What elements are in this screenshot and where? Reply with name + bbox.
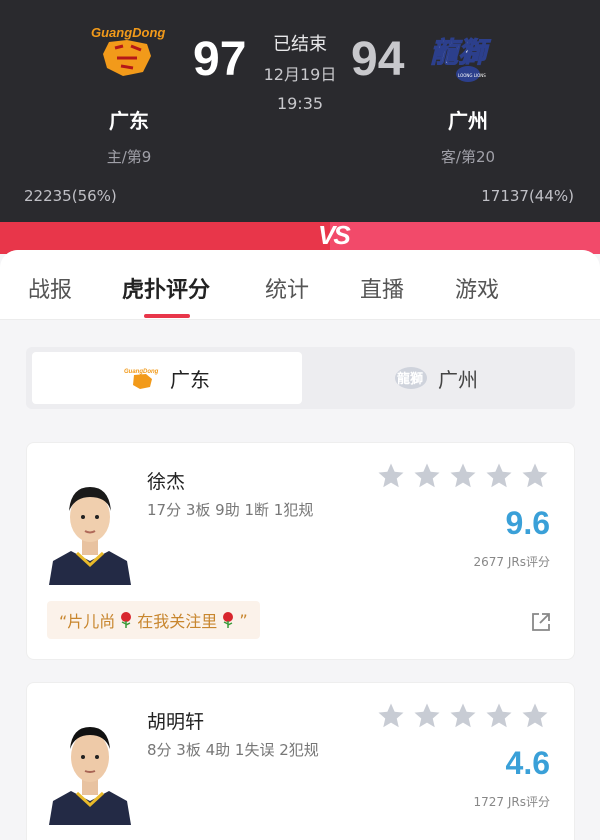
rating-stars[interactable]: [376, 461, 550, 491]
svg-text:LOONG LIONS: LOONG LIONS: [458, 73, 486, 78]
comment-text-end: ”: [239, 610, 248, 630]
team-switch-away-label: 广州: [438, 367, 478, 392]
guangdong-logo-small-icon: GuangDong: [124, 369, 159, 389]
player-name: 胡明轩: [147, 711, 205, 733]
guangzhou-loong-lions-logo-icon[interactable]: 龍獅 LOONG LIONS: [426, 28, 510, 88]
team-switch-home[interactable]: GuangDong 广东: [32, 352, 302, 404]
rating-stars[interactable]: [376, 701, 550, 731]
match-header: GuangDong 97 已结束 12月19日 19:35 94 龍獅 LOON…: [0, 0, 600, 228]
team-switch: GuangDong 广东 龍獅 广州: [26, 347, 575, 409]
rose-icon: [121, 612, 132, 628]
home-support-count: 22235(56%): [24, 187, 117, 205]
team-switch-home-label: 广东: [170, 367, 210, 392]
tab-hupu-rating[interactable]: 虎扑评分: [122, 272, 210, 304]
player-card[interactable]: 徐杰 17分 3板 9助 1断 1犯规 9.6 2677 JRs评分 “片儿尚 …: [26, 442, 575, 660]
star-icon[interactable]: [520, 461, 550, 491]
svg-text:GuangDong: GuangDong: [124, 369, 159, 375]
star-icon[interactable]: [448, 461, 478, 491]
match-page: GuangDong 97 已结束 12月19日 19:35 94 龍獅 LOON…: [0, 0, 600, 840]
player-avatar[interactable]: [47, 465, 133, 585]
tab-games[interactable]: 游戏: [455, 272, 499, 304]
star-icon[interactable]: [448, 701, 478, 731]
rose-icon: [223, 612, 234, 628]
team-switch-away[interactable]: 龍獅 广州: [302, 352, 570, 404]
star-icon[interactable]: [376, 701, 406, 731]
vs-label: VS: [318, 220, 351, 250]
game-status: 已结束: [273, 34, 327, 55]
away-team-rank: 客/第20: [440, 148, 496, 166]
star-icon[interactable]: [484, 701, 514, 731]
player-stats: 8分 3板 4助 1失误 2犯规: [147, 741, 319, 759]
game-date: 12月19日: [263, 65, 337, 84]
svg-text:GuangDong: GuangDong: [91, 25, 165, 40]
player-card[interactable]: 胡明轩 8分 3板 4助 1失误 2犯规 4.6 1727 JRs评分: [26, 682, 575, 840]
main-content: 战报 虎扑评分 统计 直播 游戏 GuangDong 广东 龍獅 广州 徐杰 1…: [0, 250, 600, 840]
star-icon[interactable]: [412, 701, 442, 731]
active-tab-indicator: [144, 314, 190, 318]
svg-text:龍獅: 龍獅: [397, 371, 423, 387]
game-time: 19:35: [276, 94, 324, 113]
star-icon[interactable]: [376, 461, 406, 491]
away-score: 94: [351, 33, 405, 86]
away-support-count: 17137(44%): [481, 187, 574, 205]
share-icon[interactable]: [530, 611, 552, 633]
home-team-rank: 主/第9: [106, 148, 152, 166]
player-rating: 4.6: [505, 745, 550, 781]
tab-report[interactable]: 战报: [28, 272, 72, 304]
star-icon[interactable]: [520, 701, 550, 731]
guangdong-tiger-logo-icon[interactable]: GuangDong: [87, 22, 171, 82]
star-icon[interactable]: [412, 461, 442, 491]
guangzhou-logo-small-icon: 龍獅: [395, 367, 427, 389]
player-name: 徐杰: [147, 471, 186, 493]
player-avatar[interactable]: [47, 705, 133, 825]
comment-text-middle: 在我关注里: [137, 612, 218, 631]
rating-vote-count: 1727 JRs评分: [473, 795, 550, 809]
tab-live[interactable]: 直播: [360, 272, 404, 304]
svg-text:龍獅: 龍獅: [430, 36, 491, 69]
away-team-name[interactable]: 广州: [408, 105, 528, 134]
tab-stats[interactable]: 统计: [265, 272, 309, 304]
top-comment[interactable]: “片儿尚 在我关注里 ”: [47, 601, 260, 639]
star-icon[interactable]: [484, 461, 514, 491]
player-rating: 9.6: [505, 505, 550, 541]
rating-vote-count: 2677 JRs评分: [473, 555, 550, 569]
home-team-name[interactable]: 广东: [69, 105, 189, 134]
comment-text-start: “片儿尚: [59, 612, 116, 631]
home-score: 97: [193, 33, 247, 86]
player-stats: 17分 3板 9助 1断 1犯规: [147, 501, 314, 519]
tab-bar: 战报 虎扑评分 统计 直播 游戏: [0, 250, 600, 320]
